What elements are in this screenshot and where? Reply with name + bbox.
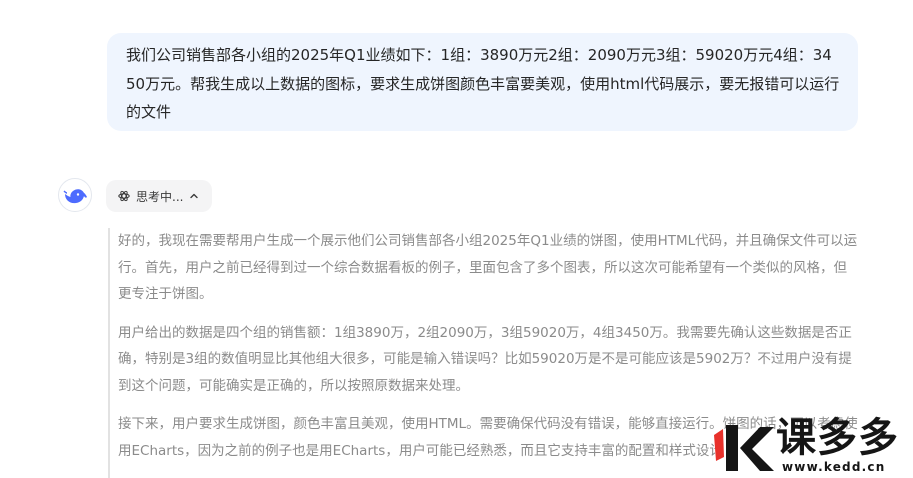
k-logo-icon — [714, 425, 774, 471]
atom-icon — [118, 190, 130, 202]
watermark-brand: 课多多 — [776, 415, 899, 461]
thinking-label: 思考中... — [136, 189, 184, 204]
thought-paragraph: 用户给出的数据是四个组的销售额：1组3890万，2组2090万，3组59020万… — [118, 324, 852, 394]
watermark-url: www.kedd.cn — [782, 460, 886, 474]
chat-page: 我们公司销售部各小组的2025年Q1业绩如下：1组：3890万元2组：2090万… — [0, 0, 913, 478]
thought-paragraph: 好的，我现在需要帮用户生成一个展示他们公司销售部各小组2025年Q1业绩的饼图，… — [118, 233, 858, 302]
assistant-avatar — [58, 178, 92, 212]
whale-logo-icon — [63, 189, 87, 204]
user-message-bubble: 我们公司销售部各小组的2025年Q1业绩如下：1组：3890万元2组：2090万… — [107, 33, 858, 131]
kedd-watermark: 课多多 www.kedd.cn — [714, 415, 913, 478]
user-message-text: 我们公司销售部各小组的2025年Q1业绩如下：1组：3890万元2组：2090万… — [126, 46, 840, 121]
chevron-up-icon — [189, 191, 199, 201]
thinking-toggle-button[interactable]: 思考中... — [106, 180, 212, 212]
